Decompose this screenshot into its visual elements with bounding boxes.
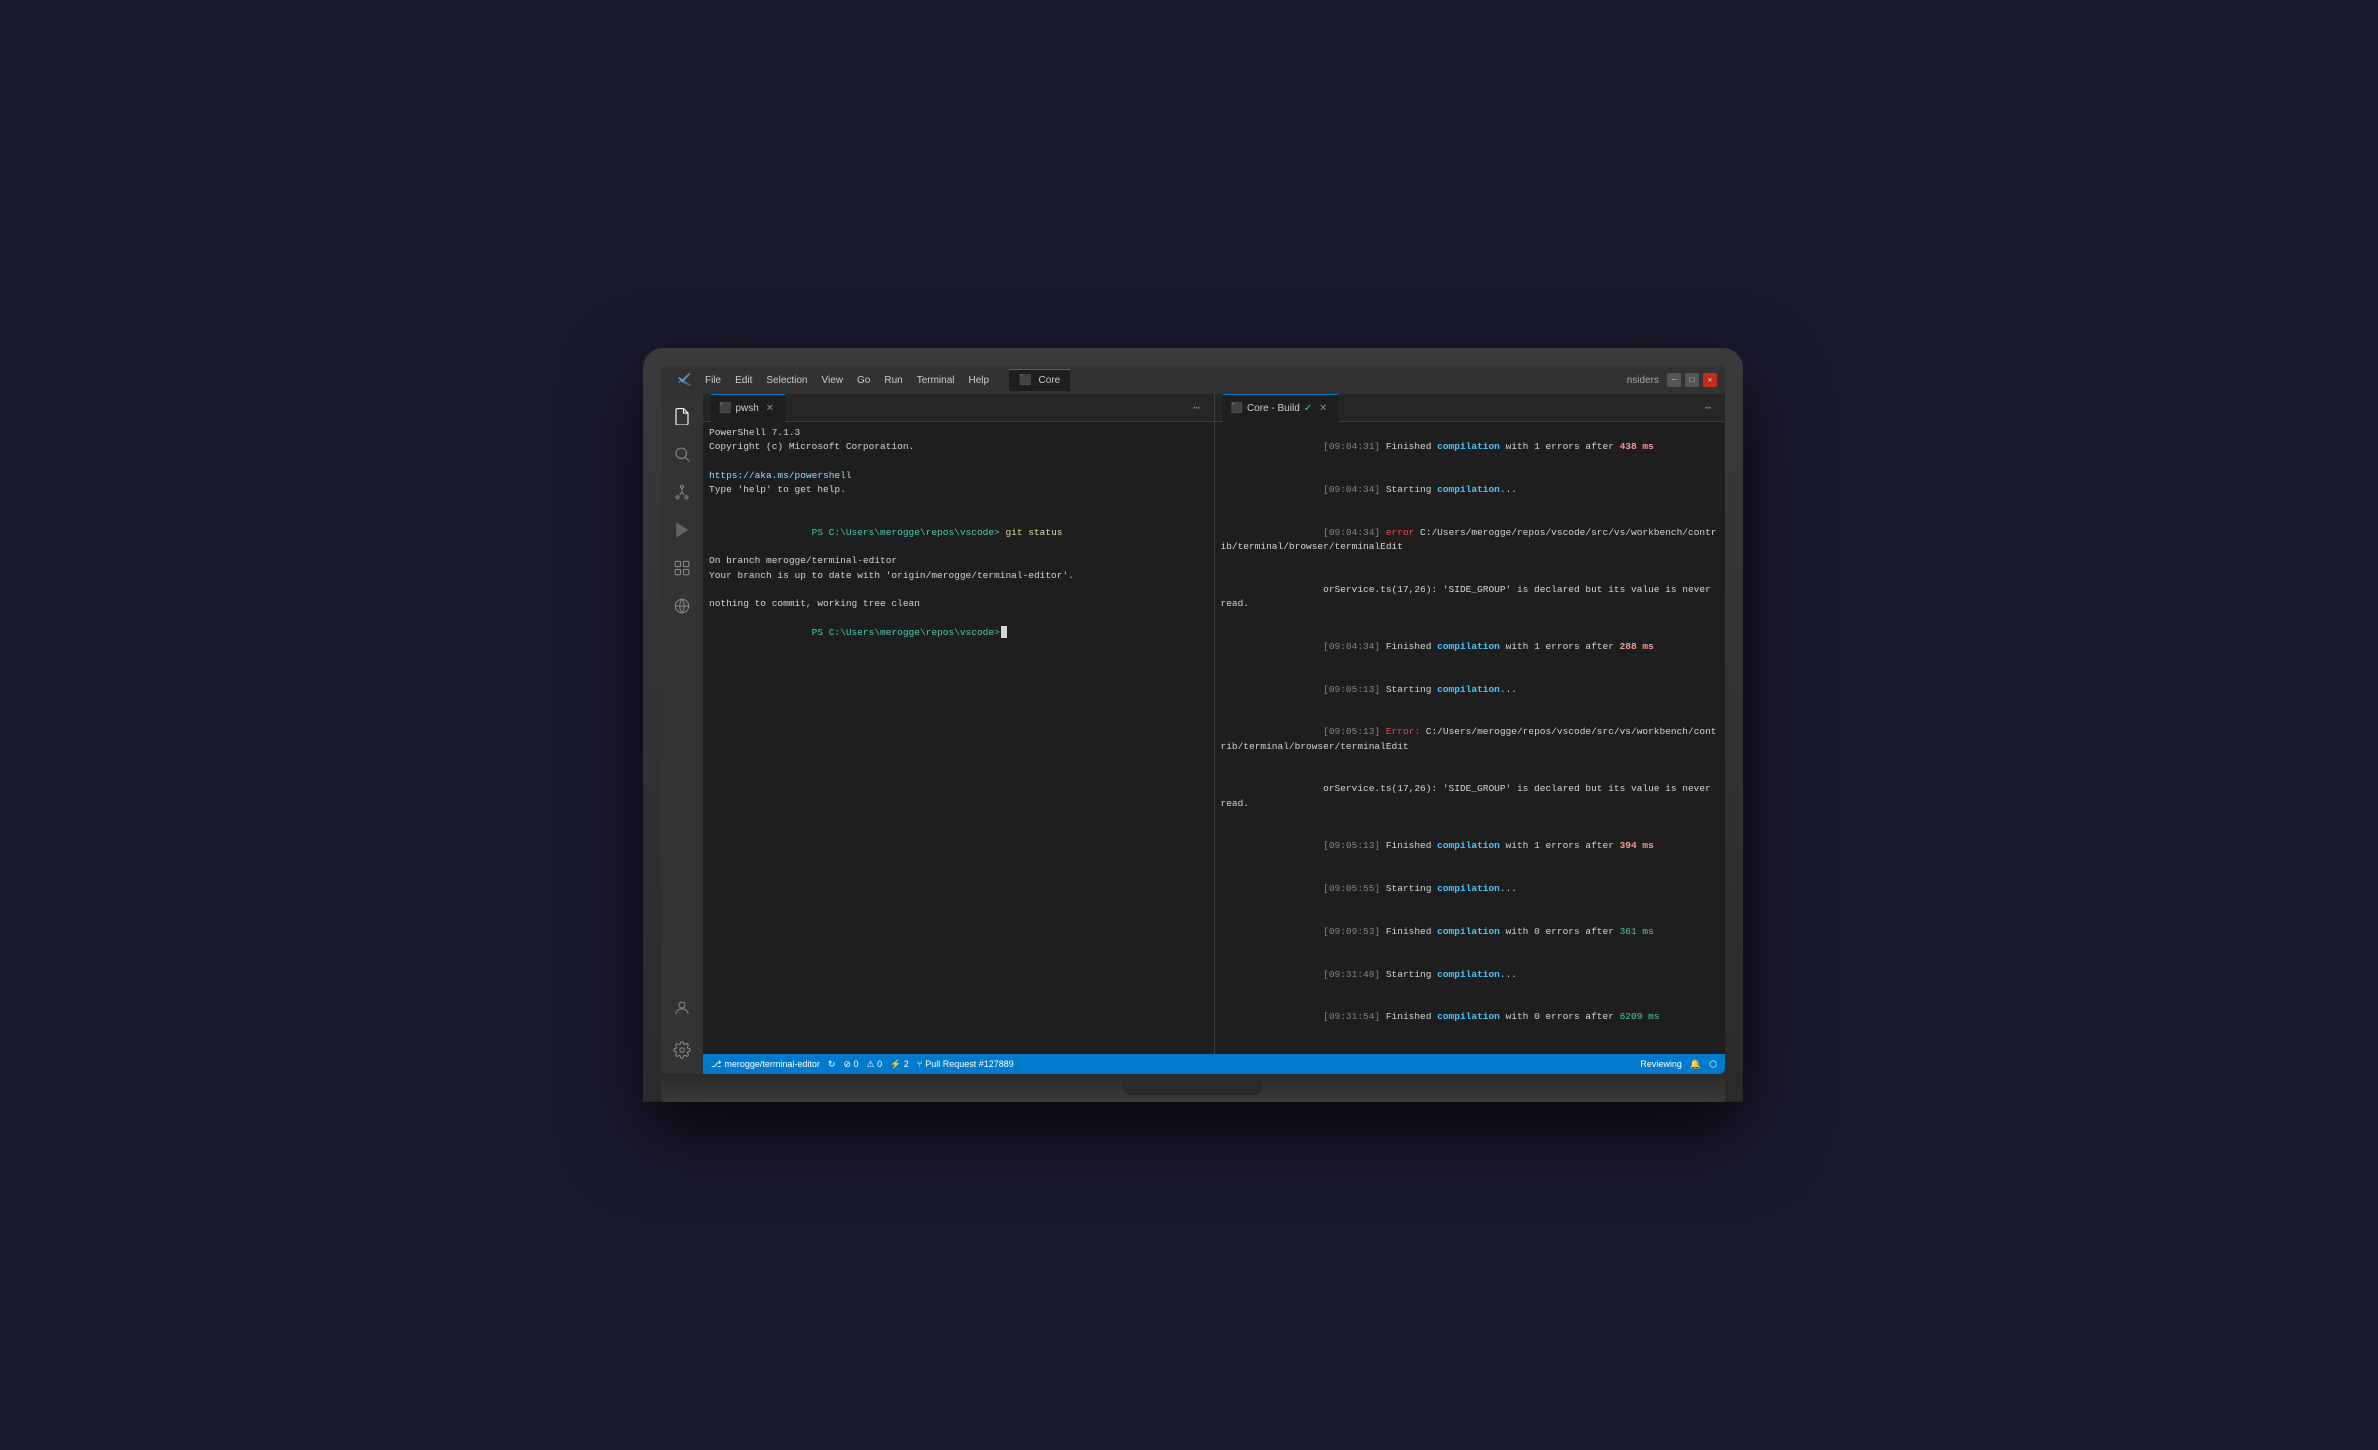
laptop-outer: File Edit Selection View Go Run Terminal… — [643, 348, 1743, 1102]
status-sync[interactable]: ↻ — [828, 1059, 836, 1070]
status-bell[interactable]: 🔔 — [1690, 1059, 1701, 1070]
pwsh-blank — [709, 583, 1208, 597]
status-warnings[interactable]: ⚠ 0 — [867, 1059, 883, 1070]
pwsh-line-6 — [709, 497, 1208, 511]
status-left: ⎇ merogge/terminal-editor ↻ ⊘ 0 ⚠ 0 — [711, 1059, 1014, 1070]
pwsh-line-3 — [709, 455, 1208, 469]
panel-core-build-menu-icon[interactable]: ⋯ — [1699, 399, 1717, 417]
pwsh-prompt2: PS C:\Users\merogge\repos\vscode> — [709, 611, 1208, 654]
pwsh-branch: On branch merogge/terminal-editor — [709, 554, 1208, 568]
core-line-3: [09:04:34] error C:/Users/merogge/repos/… — [1221, 512, 1720, 569]
panel-core-build: ⬛ Core - Build ✓ ✕ ⋯ — [1215, 394, 1726, 1054]
core-line-1: [09:04:31] Finished compilation with 1 e… — [1221, 426, 1720, 469]
content-area: ⬛ pwsh ✕ ⋯ PowerShell 7.1.3 Copyr — [703, 394, 1725, 1074]
titlebar-tab[interactable]: ⬛ Core — [1009, 369, 1070, 391]
menu-edit[interactable]: Edit — [729, 375, 758, 386]
menu-selection[interactable]: Selection — [760, 375, 813, 386]
reviewing-label: Reviewing — [1640, 1059, 1682, 1069]
activity-icon-remote[interactable] — [664, 588, 700, 624]
activity-icon-search[interactable] — [664, 436, 700, 472]
laptop-notch — [1123, 1081, 1263, 1095]
titlebar-right: nsiders ─ □ ✕ — [1627, 373, 1717, 387]
ext-count: ⚡ 2 — [890, 1059, 909, 1070]
status-errors[interactable]: ⊘ 0 — [843, 1059, 858, 1070]
core-line-5: [09:05:13] Starting compilation... — [1221, 668, 1720, 711]
core-line-12: [09:33:33] Starting compilation... — [1221, 1039, 1720, 1054]
menu-terminal[interactable]: Terminal — [911, 375, 961, 386]
panel-pwsh-header: ⬛ pwsh ✕ ⋯ — [703, 394, 1214, 422]
activity-icon-account[interactable] — [664, 994, 700, 1030]
panels-area: ⬛ pwsh ✕ ⋯ PowerShell 7.1.3 Copyr — [703, 394, 1725, 1054]
close-button[interactable]: ✕ — [1703, 373, 1717, 387]
core-line-7: [09:05:13] Finished compilation with 1 e… — [1221, 825, 1720, 868]
status-hex[interactable]: ⬡ — [1709, 1059, 1717, 1070]
errors-count: ⊘ 0 — [843, 1059, 858, 1070]
pwsh-line-1: PowerShell 7.1.3 — [709, 426, 1208, 440]
maximize-button[interactable]: □ — [1685, 373, 1699, 387]
pwsh-uptodate: Your branch is up to date with 'origin/m… — [709, 569, 1208, 583]
activity-icon-settings[interactable] — [664, 1032, 700, 1068]
git-branch-icon: ⎇ — [711, 1059, 721, 1070]
menu-run[interactable]: Run — [878, 375, 908, 386]
titlebar: File Edit Selection View Go Run Terminal… — [661, 366, 1725, 394]
panel-core-build-toolbar: ⋯ — [1699, 399, 1717, 417]
pwsh-git-cmd: PS C:\Users\merogge\repos\vscode> git st… — [709, 512, 1208, 555]
sync-icon: ↻ — [828, 1059, 836, 1070]
core-line-2: [09:04:34] Starting compilation... — [1221, 469, 1720, 512]
activity-bar — [661, 394, 703, 1074]
panel-pwsh-menu-icon[interactable]: ⋯ — [1188, 399, 1206, 417]
panel-pwsh-toolbar: ⋯ — [1188, 399, 1206, 417]
pr-label: Pull Request #127889 — [925, 1059, 1014, 1069]
panel-pwsh-content: PowerShell 7.1.3 Copyright (c) Microsoft… — [703, 422, 1214, 1054]
pwsh-line-2: Copyright (c) Microsoft Corporation. — [709, 440, 1208, 454]
panel-core-build-header: ⬛ Core - Build ✓ ✕ ⋯ — [1215, 394, 1726, 422]
pwsh-line-5: Type 'help' to get help. — [709, 483, 1208, 497]
core-line-6: [09:05:13] Error: C:/Users/merogge/repos… — [1221, 711, 1720, 768]
top-panels: ⬛ pwsh ✕ ⋯ PowerShell 7.1.3 Copyr — [703, 394, 1725, 1054]
status-right: Reviewing 🔔 ⬡ — [1640, 1059, 1717, 1070]
core-line-9: [09:09:53] Finished compilation with 0 e… — [1221, 911, 1720, 954]
activity-icon-explorer[interactable] — [664, 398, 700, 434]
activity-icon-run-debug[interactable] — [664, 512, 700, 548]
hex-icon: ⬡ — [1709, 1059, 1717, 1070]
menu-view[interactable]: View — [816, 375, 850, 386]
core-line-3b: orService.ts(17,26): 'SIDE_GROUP' is dec… — [1221, 569, 1720, 626]
titlebar-menu: File Edit Selection View Go Run Terminal… — [677, 372, 995, 388]
core-line-10: [09:31:48] Starting compilation... — [1221, 953, 1720, 996]
panel-core-build-close[interactable]: ✕ — [1316, 401, 1330, 415]
core-line-4: [09:04:34] Finished compilation with 1 e… — [1221, 626, 1720, 669]
warnings-count: ⚠ 0 — [867, 1059, 883, 1070]
status-pr[interactable]: ⑂ Pull Request #127889 — [917, 1059, 1014, 1069]
activity-icon-source-control[interactable] — [664, 474, 700, 510]
panel-pwsh-close[interactable]: ✕ — [763, 401, 777, 415]
menu-go[interactable]: Go — [851, 375, 876, 386]
activity-icon-extensions[interactable] — [664, 550, 700, 586]
laptop-chin — [661, 1074, 1725, 1102]
core-line-6b: orService.ts(17,26): 'SIDE_GROUP' is dec… — [1221, 768, 1720, 825]
status-branch[interactable]: ⎇ merogge/terminal-editor — [711, 1059, 820, 1070]
status-ext[interactable]: ⚡ 2 — [890, 1059, 909, 1070]
main-area: ⬛ pwsh ✕ ⋯ PowerShell 7.1.3 Copyr — [661, 394, 1725, 1074]
panel-core-build-tab[interactable]: ⬛ Core - Build ✓ ✕ — [1223, 394, 1339, 422]
status-bar: ⎇ merogge/terminal-editor ↻ ⊘ 0 ⚠ 0 — [703, 1054, 1725, 1074]
pr-icon: ⑂ — [917, 1059, 922, 1069]
menu-help[interactable]: Help — [963, 375, 996, 386]
core-line-8: [09:05:55] Starting compilation... — [1221, 868, 1720, 911]
branch-name: merogge/terminal-editor — [724, 1059, 820, 1069]
bell-icon: 🔔 — [1690, 1059, 1701, 1070]
panel-core-build-content: [09:04:31] Finished compilation with 1 e… — [1215, 422, 1726, 1054]
core-build-check: ✓ — [1304, 403, 1312, 414]
window-title: nsiders — [1627, 375, 1659, 386]
minimize-button[interactable]: ─ — [1667, 373, 1681, 387]
menu-file[interactable]: File — [699, 375, 727, 386]
core-line-11: [09:31:54] Finished compilation with 0 e… — [1221, 996, 1720, 1039]
win-controls: ─ □ ✕ — [1667, 373, 1717, 387]
panel-pwsh: ⬛ pwsh ✕ ⋯ PowerShell 7.1.3 Copyr — [703, 394, 1215, 1054]
pwsh-line-4: https://aka.ms/powershell — [709, 469, 1208, 483]
laptop-screen: File Edit Selection View Go Run Terminal… — [661, 366, 1725, 1074]
status-reviewing[interactable]: Reviewing — [1640, 1059, 1682, 1069]
panel-pwsh-tab[interactable]: ⬛ pwsh ✕ — [711, 394, 785, 422]
pwsh-nothing: nothing to commit, working tree clean — [709, 597, 1208, 611]
